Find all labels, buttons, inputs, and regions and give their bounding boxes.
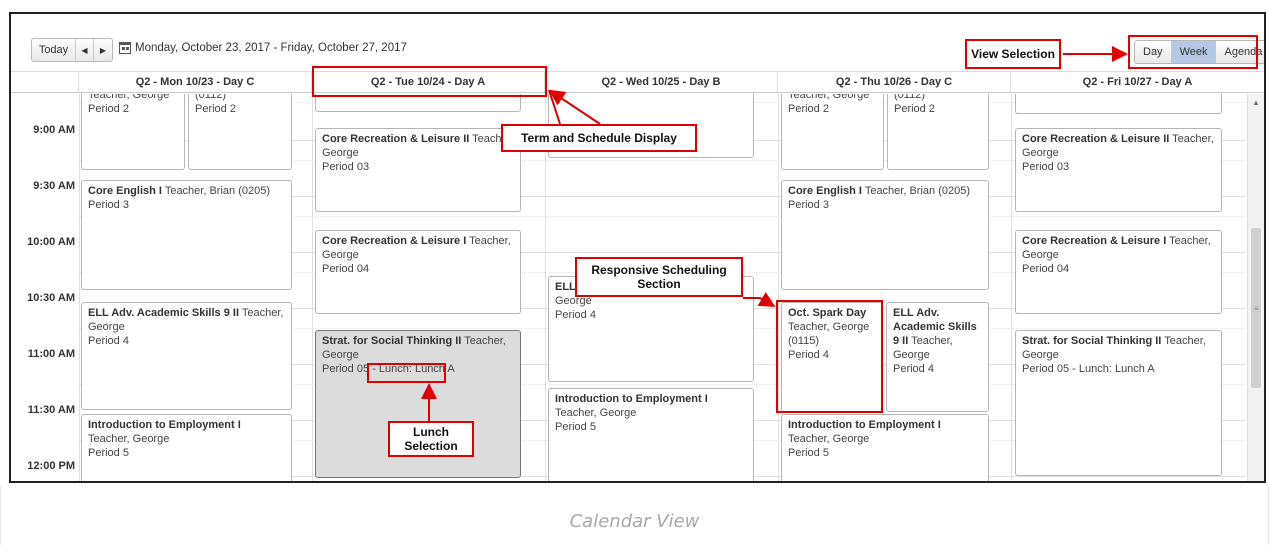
event-title: Core English I [88,185,162,197]
time-label: 11:30 AM [27,404,75,416]
event-thu-ell[interactable]: ELL Adv. Academic Skills 9 II Teacher, G… [886,302,989,412]
annotation-responsive: Responsive Scheduling Section [575,257,743,297]
date-range[interactable]: Monday, October 23, 2017 - Friday, Octob… [119,42,407,54]
event-line: Teacher, George [788,94,870,101]
event-mon-period4[interactable]: ELL Adv. Academic Skills 9 II Teacher, G… [81,302,292,410]
figure-caption: Calendar View [569,511,700,532]
annotation-term-schedule: Term and Schedule Display [501,124,697,152]
today-button[interactable]: Today [32,39,76,61]
event-thu-period2-b[interactable]: (0112) Period 2 [887,94,989,170]
event-period: Period 4 [88,335,129,347]
time-label: 9:00 AM [33,124,75,136]
time-label: 9:30 AM [33,180,75,192]
event-mon-period2-a[interactable]: Teacher, George Period 2 [81,94,185,170]
event-thu-period2-a[interactable]: Teacher, George Period 2 [781,94,884,170]
annotation-view-outline [1128,35,1258,69]
event-wed-period5[interactable]: Introduction to Employment I Teacher, Ge… [548,388,754,481]
event-title: ELL [555,281,576,293]
event-fri-period5[interactable]: Strat. for Social Thinking II Teacher, G… [1015,330,1222,476]
column-divider [79,94,80,481]
event-fri-period4[interactable]: Core Recreation & Leisure I Teacher, Geo… [1015,230,1222,314]
event-period: Period 3 [88,199,129,211]
event-period: Period 05 - Lunch: Lunch A [1022,363,1155,375]
next-week-button[interactable]: ▶ [94,39,112,61]
event-fri-period3[interactable]: Core Recreation & Leisure II Teacher, Ge… [1015,128,1222,212]
day-header-mon[interactable]: Q2 - Mon 10/23 - Day C [79,72,312,92]
event-period: Period 04 [322,263,370,275]
annotation-responsive-outline [776,300,883,413]
column-divider [1011,94,1012,481]
event-period: Period 03 [322,161,370,173]
event-line: Teacher, George [88,94,170,101]
scroll-grip-icon: ≡ [1254,304,1259,313]
event-title: Introduction to Employment I [555,393,708,405]
event-period: Period 5 [788,447,829,459]
event-period: Period 4 [893,363,934,375]
event-line: Period 2 [788,103,829,115]
event-mon-period3[interactable]: Core English I Teacher, Brian (0205) Per… [81,180,292,290]
event-line: Period 2 [88,103,129,115]
event-teacher: Teacher, George [788,433,870,445]
calendar-frame: Today ◀ ▶ Monday, October 23, 2017 - Fri… [9,12,1266,483]
event-line: (0112) [195,94,226,101]
event-period: Period 4 [555,309,596,321]
event-thu-period3[interactable]: Core English I Teacher, Brian (0205) Per… [781,180,989,290]
event-title: Core English I [788,185,862,197]
day-header-wed[interactable]: Q2 - Wed 10/25 - Day B [545,72,778,92]
event-thu-period5[interactable]: Introduction to Employment I Teacher, Ge… [781,414,989,481]
calendar-toolbar: Today ◀ ▶ Monday, October 23, 2017 - Fri… [11,14,1264,64]
time-label: 10:30 AM [27,292,75,304]
event-period: Period 5 [88,447,129,459]
event-line: Period 2 [195,103,236,115]
column-divider [312,94,313,481]
event-title: Strat. for Social Thinking II [322,335,462,347]
scroll-up-icon[interactable]: ▲ [1252,98,1260,107]
event-teacher: Teacher, Brian (0205) [861,185,970,197]
vertical-scrollbar[interactable]: ▲ ≡ [1247,94,1264,481]
day-header-fri[interactable]: Q2 - Fri 10/27 - Day A [1011,72,1264,92]
time-label: 10:00 AM [27,236,75,248]
event-teacher: Teacher, Brian (0205) [161,185,270,197]
date-range-text: Monday, October 23, 2017 - Friday, Octob… [135,42,407,54]
annotation-lunch-outline [367,363,446,383]
event-title: Core Recreation & Leisure I [1022,235,1167,247]
event-period: Period 5 [555,421,596,433]
event-title: Core Recreation & Leisure II [322,133,470,145]
event-line: (0112) [894,94,925,101]
event-mon-period2-b[interactable]: (0112) Period 2 [188,94,292,170]
event-teacher: Teacher, George [88,433,170,445]
event-tue-period4[interactable]: Core Recreation & Leisure I Teacher, Geo… [315,230,521,314]
event-fri-period2[interactable] [1015,94,1222,114]
event-title: ELL Adv. Academic Skills 9 II [88,307,240,319]
time-column-header [11,72,79,92]
event-title: Core Recreation & Leisure I [322,235,467,247]
caret-right-icon: ▶ [99,45,107,55]
event-period: Period 03 [1022,161,1070,173]
prev-week-button[interactable]: ◀ [76,39,94,61]
event-mon-period5[interactable]: Introduction to Employment I Teacher, Ge… [81,414,292,481]
time-label: 11:00 AM [27,348,75,360]
column-divider [545,94,546,481]
event-period: Period 3 [788,199,829,211]
annotation-view-selection: View Selection [965,39,1061,69]
annotation-lunch: Lunch Selection [388,421,474,457]
event-title: Core Recreation & Leisure II [1022,133,1170,145]
event-line: Period 2 [894,103,935,115]
time-label: 12:00 PM [27,460,75,472]
event-title: Introduction to Employment I [88,419,241,431]
event-period: Period 04 [1022,263,1070,275]
event-title: Introduction to Employment I [788,419,941,431]
event-tue-period3[interactable]: Core Recreation & Leisure II Teacher, Ge… [315,128,521,212]
event-teacher: Teacher, George [555,407,637,419]
calendar-icon [119,42,131,54]
event-title: Strat. for Social Thinking II [1022,335,1162,347]
day-header-thu[interactable]: Q2 - Thu 10/26 - Day C [778,72,1011,92]
nav-button-group: Today ◀ ▶ [31,38,113,62]
column-divider [778,94,779,481]
annotation-term-outline [312,66,547,97]
day-header-row: Q2 - Mon 10/23 - Day C Q2 - Tue 10/24 - … [11,71,1264,93]
caret-left-icon: ◀ [81,45,88,55]
